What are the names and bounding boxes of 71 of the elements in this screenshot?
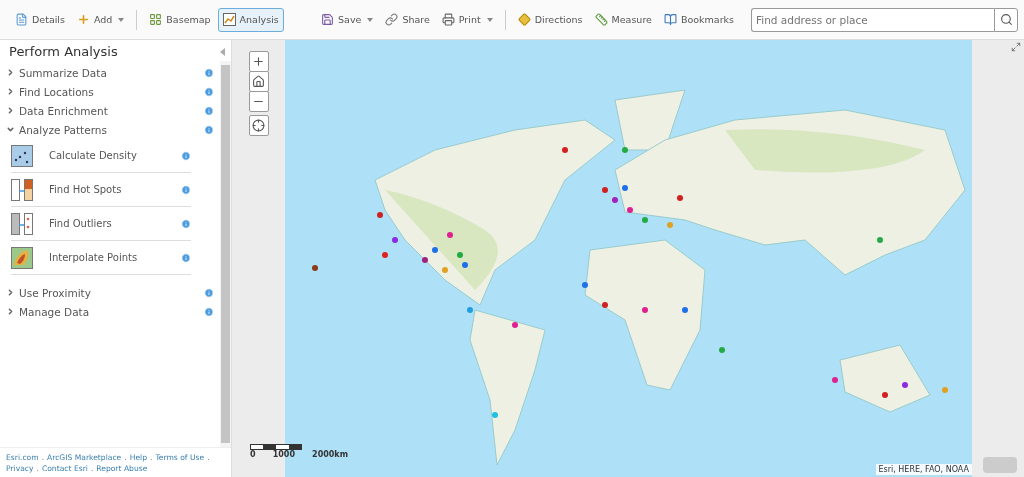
category-item[interactable]: Manage Data: [0, 302, 220, 321]
scale-label: 0: [250, 450, 256, 459]
locate-button[interactable]: [248, 115, 269, 136]
grid-icon: [149, 13, 163, 26]
collapse-icon[interactable]: [220, 47, 225, 56]
analysis-tool-item[interactable]: Find Hot Spots: [11, 173, 191, 207]
bookmark-icon: [663, 13, 677, 26]
info-icon[interactable]: [181, 184, 191, 195]
search-icon: [999, 13, 1013, 26]
hot-spots-thumbnail-icon: [11, 178, 33, 201]
toolbar-button[interactable]: Measure: [589, 7, 657, 32]
ruler-icon: [594, 13, 608, 26]
category-item[interactable]: Find Locations: [0, 82, 220, 101]
info-icon[interactable]: [204, 86, 214, 97]
home-button[interactable]: [248, 71, 269, 92]
toolbar-button[interactable]: Analysis: [217, 7, 284, 32]
caret-icon: [486, 17, 493, 22]
toolbar-button[interactable]: Share: [380, 7, 435, 32]
panel-title: Perform Analysis: [9, 44, 118, 59]
link-icon: [385, 13, 399, 26]
chevron-right-icon: [6, 288, 15, 297]
interpolate-thumbnail-icon: [11, 246, 33, 269]
toolbar-button[interactable]: Directions: [512, 7, 588, 32]
caret-icon: [367, 17, 374, 22]
scrollbar[interactable]: [220, 61, 231, 447]
info-icon[interactable]: [181, 150, 191, 161]
info-icon[interactable]: [204, 67, 214, 78]
plus-icon: [252, 55, 265, 68]
info-icon[interactable]: [204, 124, 214, 135]
category-item[interactable]: Analyze Patterns: [0, 120, 220, 139]
toolbar-button[interactable]: Save: [316, 7, 379, 32]
chevron-right-icon: [6, 87, 15, 96]
density-thumbnail-icon: [11, 144, 33, 167]
info-icon[interactable]: [181, 252, 191, 263]
category-item[interactable]: Summarize Data: [0, 63, 220, 82]
category-item[interactable]: Use Proximity: [0, 283, 220, 302]
map-attribution: Esri, HERE, FAO, NOAA: [875, 464, 972, 475]
chevron-right-icon: [6, 307, 15, 316]
analysis-tool-item[interactable]: Calculate Density: [11, 139, 191, 173]
search-button[interactable]: [994, 7, 1018, 32]
outliers-thumbnail-icon: [11, 212, 33, 235]
info-icon[interactable]: [204, 105, 214, 116]
chevron-down-icon: [6, 125, 15, 134]
toolbar-button[interactable]: Print: [436, 7, 498, 32]
expand-icon[interactable]: [1011, 42, 1021, 52]
scale-label: 2000km: [312, 450, 348, 459]
home-icon: [252, 75, 265, 88]
analysis-tool-item[interactable]: Find Outliers: [11, 207, 191, 241]
toolbar-button[interactable]: Details: [10, 7, 70, 32]
chevron-right-icon: [6, 106, 15, 115]
chart-icon: [222, 13, 236, 26]
plus-icon: [76, 13, 90, 26]
info-icon[interactable]: [204, 287, 214, 298]
diamond-icon: [517, 13, 531, 26]
document-icon: [15, 13, 28, 26]
scale-label: 1000: [272, 450, 295, 459]
analysis-tool-item[interactable]: Interpolate Points: [11, 241, 191, 275]
chevron-right-icon: [6, 68, 15, 77]
search-field[interactable]: Find address or place: [751, 7, 994, 32]
crosshair-icon: [252, 119, 265, 132]
toolbar-button[interactable]: Basemap: [144, 7, 216, 32]
caret-icon: [118, 17, 125, 22]
printer-icon: [441, 13, 455, 26]
info-icon[interactable]: [181, 218, 191, 229]
category-item[interactable]: Data Enrichment: [0, 101, 220, 120]
save-icon: [321, 13, 335, 26]
toolbar-button[interactable]: Bookmarks: [658, 7, 739, 32]
toolbar-button[interactable]: Add: [71, 7, 130, 32]
scale-bar-icon: [250, 444, 302, 450]
zoom-in-button[interactable]: [248, 51, 269, 72]
info-icon[interactable]: [204, 306, 214, 317]
